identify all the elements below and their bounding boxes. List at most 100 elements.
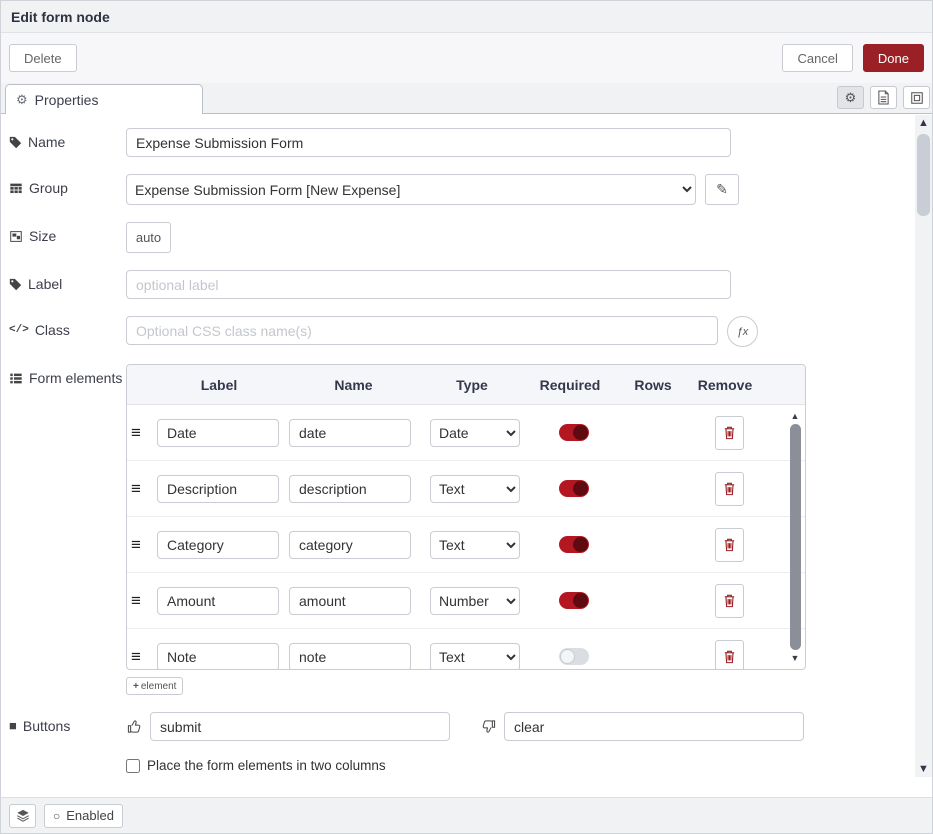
- document-icon: [877, 90, 890, 105]
- required-toggle[interactable]: [559, 592, 589, 609]
- element-type-select[interactable]: Text: [430, 643, 520, 670]
- element-label-input[interactable]: [157, 587, 279, 615]
- form-elements-row: Form elements Label Name Type Required R…: [9, 364, 932, 695]
- name-input[interactable]: [126, 128, 731, 157]
- plus-icon: +: [133, 681, 139, 692]
- group-field-row: Group Expense Submission Form [New Expen…: [9, 174, 932, 205]
- drag-handle-icon[interactable]: ≡: [131, 536, 157, 553]
- code-icon: </>: [9, 322, 29, 338]
- name-field-label: Name: [9, 128, 126, 150]
- enabled-toggle-button[interactable]: ○ Enabled: [44, 804, 123, 828]
- group-select[interactable]: Expense Submission Form [New Expense]: [126, 174, 696, 205]
- label-field-label: Label: [9, 270, 126, 292]
- delete-element-button[interactable]: [715, 640, 744, 670]
- col-header-label: Label: [153, 377, 285, 393]
- description-view-button[interactable]: [870, 86, 897, 109]
- element-type-select[interactable]: Text: [430, 475, 520, 503]
- toggle-knob: [573, 425, 588, 440]
- element-name-input[interactable]: [289, 531, 411, 559]
- required-toggle[interactable]: [559, 536, 589, 553]
- layers-icon: [16, 809, 30, 822]
- trash-icon: [723, 481, 736, 496]
- scroll-up-icon[interactable]: ▲: [918, 115, 929, 131]
- main-scrollbar[interactable]: ▲ ▼: [915, 115, 932, 777]
- add-element-button[interactable]: +element: [126, 677, 183, 695]
- form-element-row: ≡ Text: [127, 461, 805, 517]
- dialog-footer: ○ Enabled: [1, 797, 932, 833]
- element-label-input[interactable]: [157, 475, 279, 503]
- properties-panel: Name Group Expense Submission Form [New …: [1, 114, 932, 799]
- edit-group-button[interactable]: ✎: [705, 174, 739, 205]
- required-toggle[interactable]: [559, 480, 589, 497]
- done-button[interactable]: Done: [863, 44, 924, 72]
- form-element-row: ≡ Number: [127, 573, 805, 629]
- col-header-remove: Remove: [688, 377, 762, 393]
- clear-button-label-input[interactable]: [504, 712, 804, 741]
- class-field-label: </> Class: [9, 316, 126, 338]
- delete-element-button[interactable]: [715, 472, 744, 506]
- main-scrollbar-thumb[interactable]: [917, 134, 930, 216]
- delete-element-button[interactable]: [715, 528, 744, 562]
- element-type-select[interactable]: Text: [430, 531, 520, 559]
- elements-table: Label Name Type Required Rows Remove ≡ D…: [126, 364, 806, 670]
- node-scope-button[interactable]: [9, 804, 36, 828]
- scroll-down-icon[interactable]: ▼: [918, 761, 929, 777]
- drag-handle-icon[interactable]: ≡: [131, 424, 157, 441]
- element-name-input[interactable]: [289, 643, 411, 670]
- element-type-select[interactable]: Number: [430, 587, 520, 615]
- table-scrollbar[interactable]: ▲ ▼: [788, 411, 802, 663]
- label-input[interactable]: [126, 270, 731, 299]
- trash-icon: [723, 425, 736, 440]
- dialog-toolbar: Delete Cancel Done: [1, 33, 932, 83]
- drag-handle-icon[interactable]: ≡: [131, 592, 157, 609]
- element-name-input[interactable]: [289, 587, 411, 615]
- group-field-label: Group: [9, 174, 126, 196]
- required-toggle[interactable]: [559, 648, 589, 665]
- appearance-view-button[interactable]: [903, 86, 930, 109]
- thumbs-down-icon: [480, 719, 496, 734]
- element-label-input[interactable]: [157, 419, 279, 447]
- table-icon: [9, 182, 23, 195]
- required-toggle[interactable]: [559, 424, 589, 441]
- delete-element-button[interactable]: [715, 416, 744, 450]
- cancel-button[interactable]: Cancel: [782, 44, 852, 72]
- element-label-input[interactable]: [157, 531, 279, 559]
- toggle-knob: [573, 593, 588, 608]
- two-columns-checkbox[interactable]: [126, 759, 140, 773]
- table-scroll-up-icon[interactable]: ▲: [791, 411, 800, 421]
- table-scroll-down-icon[interactable]: ▼: [791, 653, 800, 663]
- elements-table-body: ≡ Date ≡ Text ≡ Text ≡: [127, 405, 805, 669]
- class-field-row: </> Class ƒx: [9, 316, 932, 347]
- tab-properties[interactable]: ⚙ Properties: [5, 84, 203, 114]
- class-input[interactable]: [126, 316, 718, 345]
- table-scrollbar-thumb[interactable]: [790, 424, 801, 650]
- trash-icon: [723, 593, 736, 608]
- element-type-select[interactable]: Date: [430, 419, 520, 447]
- edit-form-node-dialog: Edit form node Delete Cancel Done ⚙ Prop…: [0, 0, 933, 834]
- pencil-icon: ✎: [716, 181, 728, 197]
- delete-element-button[interactable]: [715, 584, 744, 618]
- two-columns-row: Place the form elements in two columns: [126, 758, 932, 773]
- col-header-type: Type: [422, 377, 522, 393]
- buttons-field-label: ■ Buttons: [9, 712, 126, 734]
- dialog-header: Edit form node: [1, 1, 932, 33]
- size-field-row: Size auto: [9, 222, 932, 253]
- element-name-input[interactable]: [289, 475, 411, 503]
- delete-button[interactable]: Delete: [9, 44, 77, 72]
- submit-button-label-input[interactable]: [150, 712, 450, 741]
- drag-handle-icon[interactable]: ≡: [131, 480, 157, 497]
- properties-view-button[interactable]: ⚙: [837, 86, 864, 109]
- gear-icon: ⚙: [16, 92, 28, 108]
- size-button[interactable]: auto: [126, 222, 171, 253]
- drag-handle-icon[interactable]: ≡: [131, 648, 157, 665]
- tab-properties-label: Properties: [35, 92, 99, 108]
- two-columns-label: Place the form elements in two columns: [147, 758, 386, 773]
- col-header-name: Name: [285, 377, 422, 393]
- label-field-row: Label: [9, 270, 932, 299]
- element-name-input[interactable]: [289, 419, 411, 447]
- element-label-input[interactable]: [157, 643, 279, 670]
- class-expression-button[interactable]: ƒx: [727, 316, 758, 347]
- square-icon: ■: [9, 718, 17, 734]
- tab-bar: ⚙ Properties ⚙: [1, 83, 932, 114]
- toggle-knob: [573, 537, 588, 552]
